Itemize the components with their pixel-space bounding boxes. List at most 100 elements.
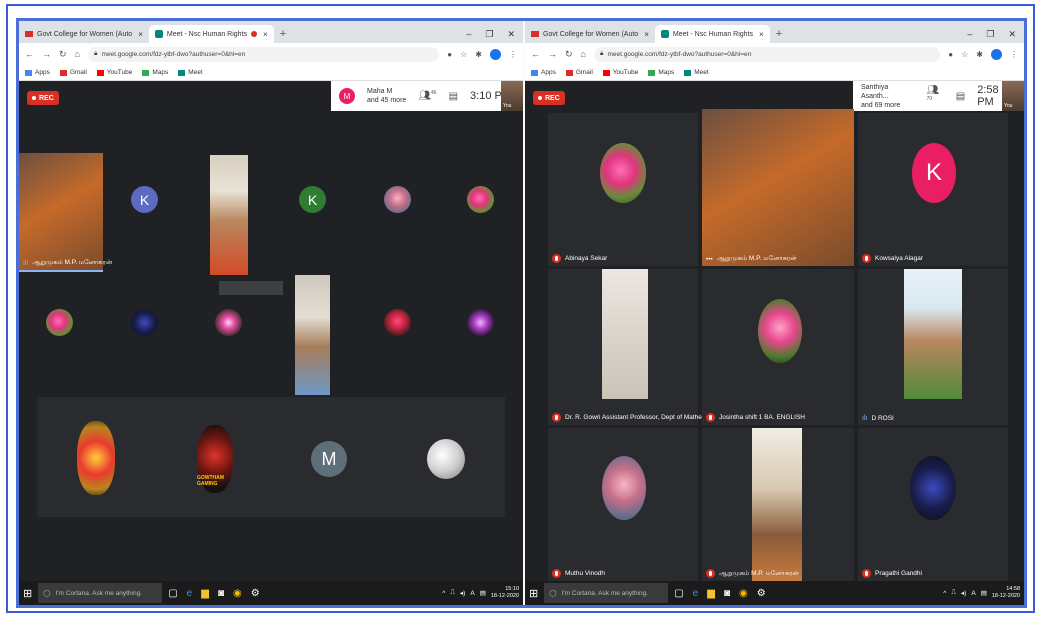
bookmark-apps[interactable]: Apps (25, 69, 50, 76)
avatar-k-green[interactable]: K (299, 186, 326, 213)
participant-video[interactable]: ••• ஆறுமுகம் M.P. மனோகரன் (702, 109, 854, 266)
chrome-icon[interactable]: ◉ (233, 588, 242, 599)
store-icon[interactable]: ◙ (218, 588, 224, 599)
notifications-icon[interactable]: ▤ (480, 589, 486, 597)
new-tab-button[interactable]: + (770, 25, 788, 43)
avatar-photo-coin[interactable] (427, 439, 465, 479)
settings-icon[interactable]: ⚙ (757, 588, 766, 599)
close-icon[interactable]: × (644, 30, 649, 39)
avatar-photo-child[interactable] (384, 186, 411, 213)
participant-tile[interactable]: Josintha shift 1 BA. ENGLISH (702, 269, 854, 425)
participant-tile[interactable]: K Kowsalya Alagar (858, 113, 1008, 266)
chat-icon[interactable]: ▤ (449, 91, 458, 102)
settings-icon[interactable]: ⚙ (251, 588, 260, 599)
profile-avatar[interactable] (991, 48, 1002, 60)
volume-icon[interactable]: ◂) (460, 589, 465, 597)
bookmark-youtube[interactable]: YouTube (96, 69, 132, 76)
back-icon[interactable]: ← (531, 49, 540, 59)
close-window-icon[interactable]: ✕ (507, 29, 515, 40)
tray-clock[interactable]: 15:10 18-12-2020 (491, 586, 519, 600)
avatar-m-gray[interactable]: M (311, 441, 347, 477)
extension-icon[interactable]: ✱ (976, 50, 983, 59)
bookmark-gmail[interactable]: Gmail (565, 69, 593, 76)
bookmark-maps[interactable]: Maps (648, 69, 674, 76)
notifications-icon[interactable]: ▤ (981, 589, 987, 597)
maximize-icon[interactable]: ❐ (485, 29, 493, 40)
forward-icon[interactable]: → (42, 49, 51, 59)
windows-start-icon[interactable]: ⊞ (529, 587, 538, 600)
tray-chevron-icon[interactable]: ^ (943, 590, 946, 597)
camera-icon[interactable]: ● (948, 50, 953, 59)
edge-icon[interactable]: e (693, 588, 699, 599)
participant-tile[interactable]: Dr. R. Gowri Assistant Professor, Dept o… (548, 269, 721, 425)
chrome-icon[interactable]: ◉ (739, 588, 748, 599)
avatar-photo-ornament[interactable] (77, 421, 115, 495)
bookmark-meet[interactable]: Meet (684, 69, 709, 76)
extension-icon[interactable]: ✱ (475, 50, 482, 59)
language-icon[interactable]: A (470, 590, 474, 597)
home-icon[interactable]: ⌂ (75, 49, 80, 59)
people-icon[interactable]: 👥︎70 (926, 85, 943, 107)
avatar-photo-rose[interactable] (384, 309, 411, 336)
address-bar[interactable]: 🔒︎ meet.google.com/fdz-ytbf-dwo?authuser… (593, 46, 941, 62)
participant-video-mask[interactable] (295, 275, 330, 395)
avatar-gaming-logo[interactable]: GOWTHAM GAMING (197, 425, 233, 493)
participant-tile[interactable]: Muthu Vinodh (548, 428, 698, 581)
star-icon[interactable]: ☆ (961, 50, 968, 59)
reload-icon[interactable]: ↻ (59, 49, 67, 60)
speaker-video[interactable]: ılı ஆறுமுகம் M.P. மனோகரன் (19, 153, 112, 270)
tab-meet[interactable]: Meet - Nsc Human Rights × (654, 25, 770, 43)
close-icon[interactable]: × (263, 30, 268, 39)
avatar-photo-flower[interactable] (46, 309, 73, 336)
avatar-k-blue[interactable]: K (131, 186, 158, 213)
file-explorer-icon[interactable]: ▆ (201, 588, 209, 599)
avatar-photo-flower[interactable] (215, 309, 242, 336)
avatar-photo-butterfly[interactable] (467, 309, 494, 336)
task-view-icon[interactable]: ▢ (674, 588, 683, 599)
back-icon[interactable]: ← (25, 49, 34, 59)
reload-icon[interactable]: ↻ (565, 49, 573, 60)
chat-icon[interactable]: ▤ (956, 91, 965, 102)
minimize-icon[interactable]: – (466, 29, 471, 39)
bookmark-gmail[interactable]: Gmail (59, 69, 87, 76)
language-icon[interactable]: A (971, 590, 975, 597)
tab-college[interactable]: Govt College for Women (Auto × (19, 25, 149, 43)
home-icon[interactable]: ⌂ (581, 49, 586, 59)
tab-college[interactable]: Govt College for Women (Auto × (525, 25, 655, 43)
windows-start-icon[interactable]: ⊞ (23, 587, 32, 600)
file-explorer-icon[interactable]: ▆ (707, 588, 715, 599)
network-icon[interactable]: ⎍ (951, 589, 956, 597)
bookmark-maps[interactable]: Maps (142, 69, 168, 76)
participant-tile[interactable]: ılı D ROSI (858, 269, 1008, 425)
close-icon[interactable]: × (759, 30, 764, 39)
maximize-icon[interactable]: ❐ (986, 29, 994, 40)
tab-meet[interactable]: Meet - Nsc Human Rights × (148, 25, 274, 43)
avatar-photo-flower[interactable] (467, 186, 494, 213)
network-icon[interactable]: ⎍ (450, 589, 455, 597)
people-icon[interactable]: 👥︎46 (418, 90, 436, 101)
bookmark-meet[interactable]: Meet (178, 69, 203, 76)
close-icon[interactable]: × (138, 30, 143, 39)
edge-icon[interactable]: e (187, 588, 193, 599)
store-icon[interactable]: ◙ (724, 588, 730, 599)
menu-icon[interactable]: ⋮ (509, 50, 517, 59)
cortana-search[interactable]: ◯ I'm Cortana. Ask me anything. (544, 583, 669, 603)
tray-chevron-icon[interactable]: ^ (442, 590, 445, 597)
address-bar[interactable]: 🔒︎ meet.google.com/fdz-ytbf-dwo?authuser… (87, 46, 440, 62)
avatar-photo-logo[interactable] (131, 309, 158, 336)
volume-icon[interactable]: ◂) (961, 589, 966, 597)
star-icon[interactable]: ☆ (460, 50, 467, 59)
forward-icon[interactable]: → (548, 49, 557, 59)
participant-tile[interactable]: Pragathi Gandhi (858, 428, 1008, 581)
bookmark-youtube[interactable]: YouTube (602, 69, 638, 76)
participant-tile[interactable]: Abinaya Sekar (548, 113, 698, 266)
close-window-icon[interactable]: ✕ (1008, 29, 1016, 40)
tray-clock[interactable]: 14:58 18-12-2020 (992, 586, 1020, 600)
minimize-icon[interactable]: – (967, 29, 972, 39)
camera-icon[interactable]: ● (447, 50, 452, 59)
profile-avatar[interactable] (490, 48, 501, 60)
participant-video-mask[interactable] (210, 155, 248, 275)
cortana-search[interactable]: ◯ I'm Cortana. Ask me anything. (38, 583, 163, 603)
bookmark-apps[interactable]: Apps (531, 69, 556, 76)
new-tab-button[interactable]: + (274, 25, 292, 43)
